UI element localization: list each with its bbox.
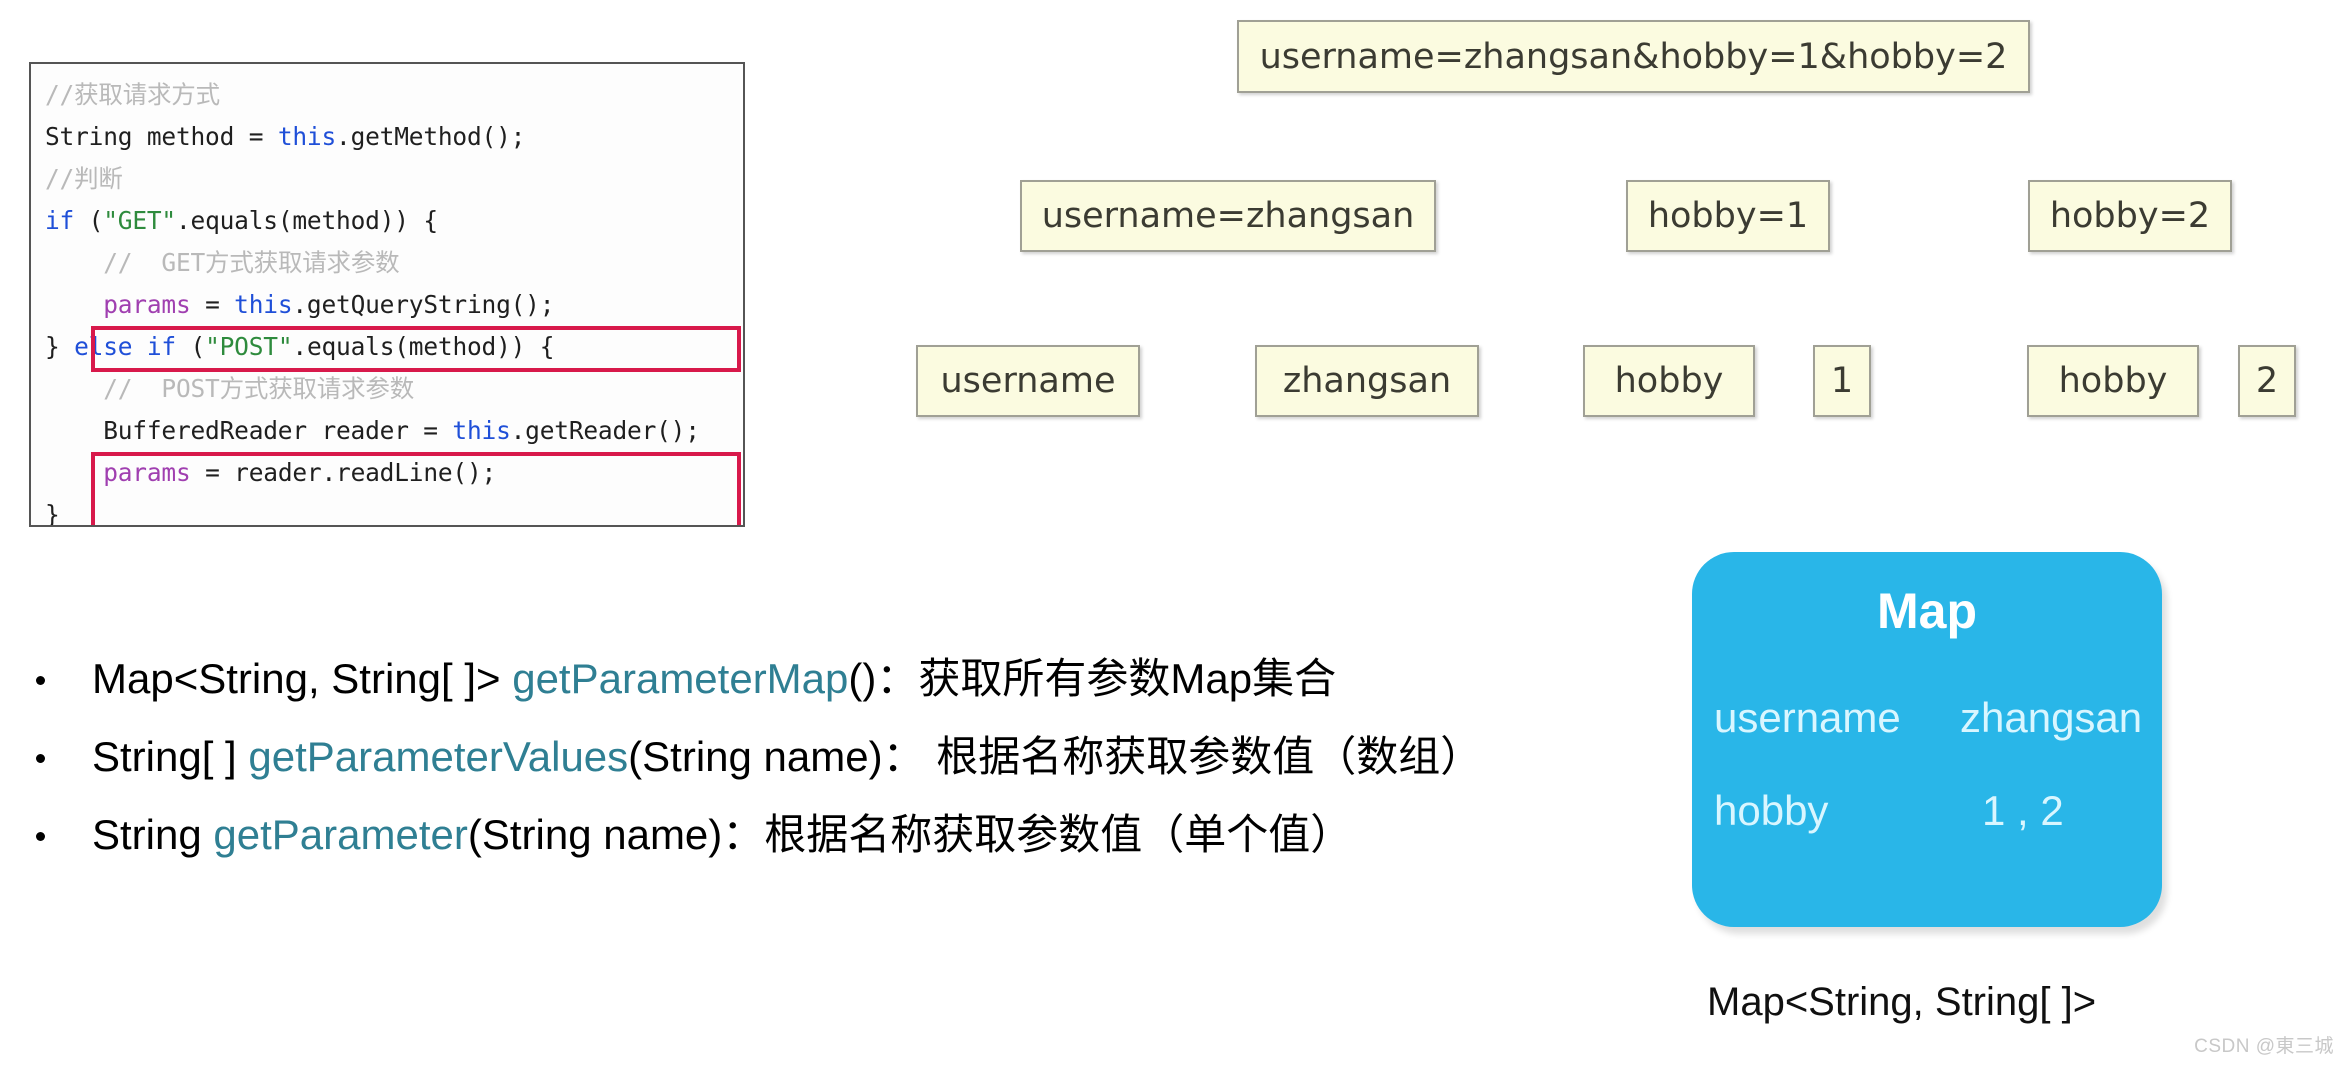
query-string-pair-box: hobby=2 [2028,180,2232,252]
code-line: // POST方式获取请求参数 [45,368,700,410]
map-entry-value: 1 , 2 [1982,787,2064,834]
api-return-type: Map<String, String[ ]> [92,655,513,702]
bullet-dot-icon [36,676,45,685]
code-line: } else if ("POST".equals(method)) { [45,326,700,368]
box-label: username [940,361,1116,401]
api-method-name: getParameter [213,811,468,858]
query-string-token-box: 2 [2238,345,2296,417]
code-token: = [190,290,235,319]
code-token: this [452,416,511,445]
csdn-watermark: CSDN @東三城 [2194,1036,2334,1057]
query-string-pair-box: hobby=1 [1626,180,1830,252]
map-entry-key: username [1714,694,1901,741]
map-entry-key: hobby [1714,787,1829,834]
code-line: String method = this.getMethod(); [45,116,700,158]
map-entry-value: zhangsan [1960,694,2143,741]
query-string-token-box: username [916,345,1140,417]
code-token: "POST" [205,332,293,361]
code-line: //获取请求方式 [45,74,700,116]
code-line: // GET方式获取请求参数 [45,242,700,284]
code-token: .getQueryString(); [292,290,555,319]
box-label: hobby [2058,361,2168,401]
box-label: hobby=2 [2049,196,2211,236]
code-token: // GET方式获取请求参数 [45,248,400,277]
box-label: zhangsan [1282,361,1452,401]
code-token: } [45,500,60,527]
api-method-description: (String name)：根据名称获取参数值（单个值） [467,811,1353,858]
box-label: username=zhangsan&hobby=1&hobby=2 [1259,36,2008,77]
code-token: this [277,122,337,151]
box-label: 1 [1830,361,1854,401]
bullet-dot-icon [36,754,45,763]
api-method-name: getParameterMap [512,655,849,702]
code-line: params = this.getQueryString(); [45,284,700,326]
code-token: = reader.readLine(); [190,458,497,487]
api-method-description: (String name)： 根据名称获取参数值（数组） [628,733,1483,780]
api-method-list-item: Map<String, String[ ]> getParameterMap()… [30,640,1650,718]
map-title-label: Map [1877,583,1977,639]
code-token: BufferedReader reader = [45,416,453,445]
code-line: } [45,494,700,527]
code-line: //判断 [45,158,700,200]
query-string-token-box: zhangsan [1255,345,1479,417]
box-label: hobby=1 [1647,196,1809,236]
code-token: .getReader(); [510,416,700,445]
code-token: String method = [45,122,278,151]
map-illustration-box: Map username zhangsan hobby 1 , 2 [1692,552,2162,927]
code-line: params = reader.readLine(); [45,452,700,494]
code-token: ( [74,206,104,235]
api-method-list-item: String getParameter(String name)：根据名称获取参… [30,796,1650,874]
box-label: username=zhangsan [1041,196,1415,236]
code-token: this [234,290,293,319]
code-line: if ("GET".equals(method)) { [45,200,700,242]
code-lines: //获取请求方式 String method = this.getMethod()… [45,74,700,527]
code-token: params [103,458,191,487]
code-token: "GET" [103,206,176,235]
query-string-pair-box: username=zhangsan [1020,180,1436,252]
code-token: ( [175,332,206,361]
query-string-token-box: hobby [1583,345,1755,417]
code-token: //判断 [45,164,123,193]
code-token: } [45,332,75,361]
bullet-dot-icon [36,832,45,841]
code-token: else if [74,332,176,361]
api-method-name: getParameterValues [248,733,629,780]
code-token: .equals(method)) { [175,206,438,235]
code-token: if [45,206,75,235]
code-token: params [103,290,191,319]
code-token: .equals(method)) { [292,332,555,361]
api-method-list: Map<String, String[ ]> getParameterMap()… [30,640,1650,874]
query-string-full-box: username=zhangsan&hobby=1&hobby=2 [1237,20,2030,93]
code-token: .getMethod(); [336,122,526,151]
box-label: 2 [2255,361,2279,401]
code-token: // POST方式获取请求参数 [45,374,415,403]
api-return-type: String[ ] [92,733,249,780]
box-label: hobby [1614,361,1724,401]
query-string-token-box: hobby [2027,345,2199,417]
api-method-list-item: String[ ] getParameterValues(String name… [30,718,1650,796]
code-token: //获取请求方式 [45,80,220,109]
api-return-type: String [92,811,214,858]
query-string-token-box: 1 [1813,345,1871,417]
api-method-description: ()：获取所有参数Map集合 [848,655,1337,702]
java-code-panel: //获取请求方式 String method = this.getMethod()… [29,62,745,527]
code-line: BufferedReader reader = this.getReader()… [45,410,700,452]
map-generic-type-caption: Map<String, String[ ]> [1707,980,2097,1024]
